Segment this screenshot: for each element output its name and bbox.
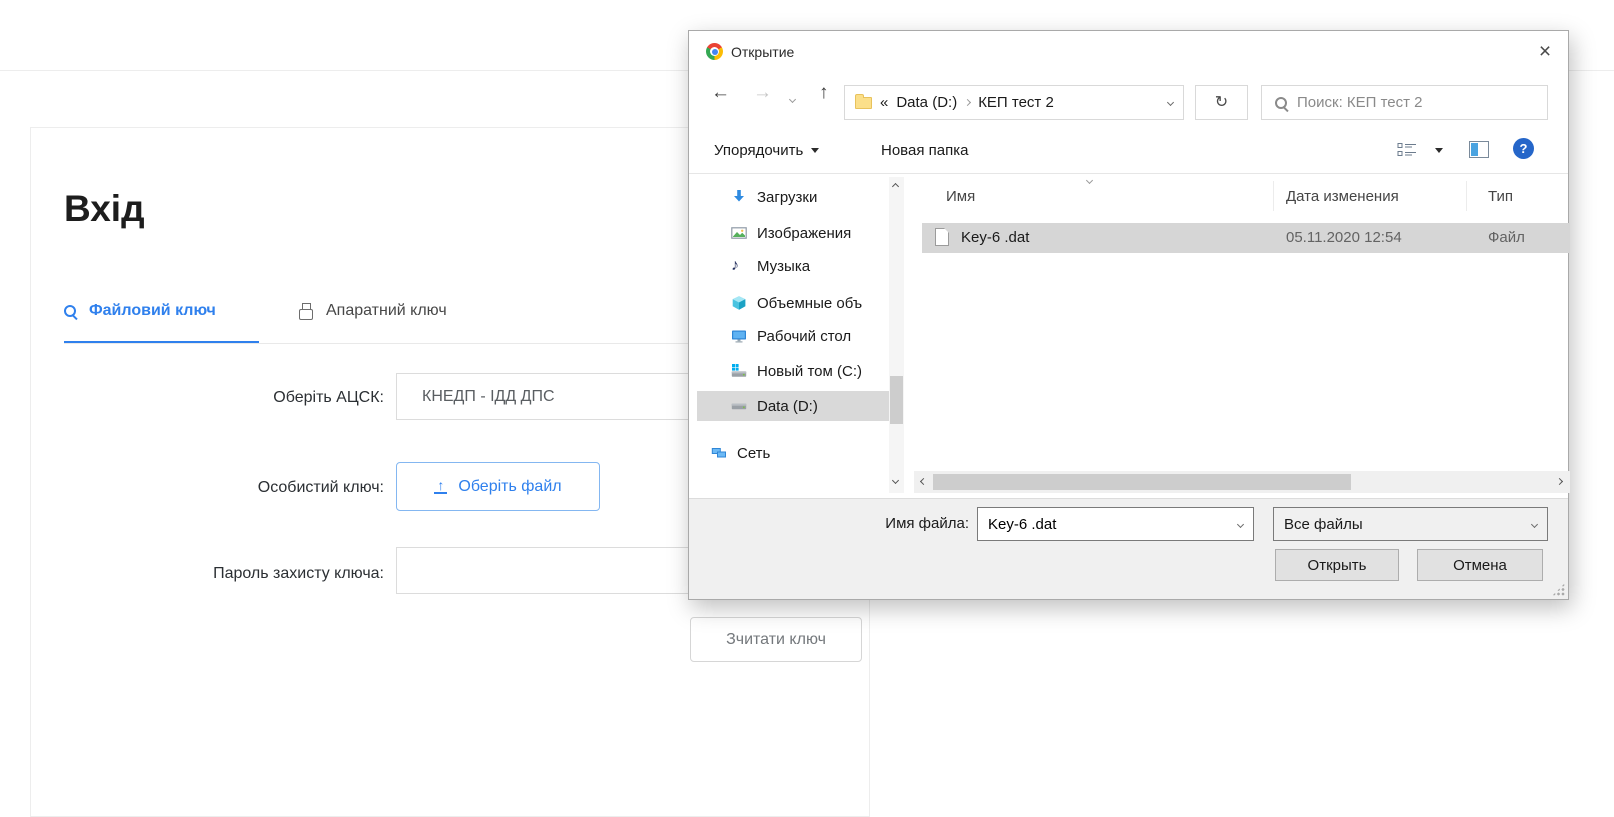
sidebar-item-downloads[interactable]: Загрузки (697, 182, 889, 212)
scroll-left-icon[interactable] (920, 478, 927, 485)
drive-c-icon (731, 363, 747, 379)
toolbar-divider (689, 173, 1568, 174)
organize-button[interactable]: Упорядочить (714, 142, 819, 159)
search-icon (1275, 97, 1287, 109)
page-title: Вхід (64, 188, 145, 230)
sidebar-item-label: Изображения (757, 225, 851, 242)
organize-label: Упорядочить (714, 142, 803, 159)
horizontal-scrollbar-thumb[interactable] (933, 474, 1351, 490)
search-input[interactable] (1297, 94, 1534, 111)
sidebar-scrollbar-thumb[interactable] (890, 376, 903, 424)
file-row[interactable]: Key-6 .dat 05.11.2020 12:54 Файл (922, 223, 1570, 253)
sidebar-item-label: Загрузки (757, 189, 817, 206)
breadcrumb-segment-folder[interactable]: КЕП тест 2 (978, 94, 1054, 111)
address-chevron-down-icon[interactable] (1167, 99, 1174, 106)
filetype-chevron-down-icon (1531, 520, 1538, 527)
filetype-value: Все файлы (1284, 516, 1363, 533)
drive-d-icon (731, 398, 747, 414)
usb-key-icon (299, 309, 313, 320)
sidebar-item-music[interactable]: ♪ Музыка (697, 251, 889, 281)
sidebar-item-desktop[interactable]: Рабочий стол (697, 321, 889, 351)
sidebar-item-network[interactable]: Сеть (697, 438, 889, 468)
folder-icon (855, 97, 872, 109)
sidebar-item-drive-c[interactable]: Новый том (C:) (697, 356, 889, 386)
new-folder-label: Новая папка (881, 142, 968, 159)
sort-direction-icon[interactable] (1086, 177, 1093, 184)
sidebar-item-label: Сеть (737, 445, 770, 462)
history-chevron-down-icon[interactable] (789, 96, 796, 103)
file-modified: 05.11.2020 12:54 (1286, 229, 1402, 246)
choose-file-button[interactable]: ↑ Оберіть файл (396, 462, 600, 511)
read-key-button[interactable]: Зчитати ключ (690, 617, 862, 662)
sidebar-item-label: Рабочий стол (757, 328, 851, 345)
3d-objects-icon (731, 295, 747, 311)
forward-icon[interactable]: → (753, 82, 772, 104)
file-icon (935, 228, 949, 246)
sidebar-item-pictures[interactable]: Изображения (697, 218, 889, 248)
column-header-name[interactable]: Имя (946, 188, 975, 205)
help-icon[interactable]: ? (1513, 138, 1534, 159)
password-label: Пароль захисту ключа: (64, 565, 384, 583)
acsk-label: Оберіть АЦСК: (64, 389, 384, 407)
sidebar-item-label: Объемные объ (757, 295, 862, 312)
new-folder-button[interactable]: Новая папка (881, 142, 968, 159)
breadcrumb[interactable]: « Data (D:) КЕП тест 2 (844, 85, 1184, 120)
up-icon[interactable]: ↑ (819, 82, 829, 104)
filename-input[interactable] (988, 516, 1238, 533)
dialog-footer: Имя файла: Все файлы Открыть Отмена (689, 498, 1568, 599)
cancel-button[interactable]: Отмена (1417, 549, 1543, 581)
horizontal-scrollbar[interactable] (914, 471, 1570, 493)
open-button[interactable]: Открыть (1275, 549, 1399, 581)
filetype-dropdown[interactable]: Все файлы (1273, 507, 1548, 541)
file-type: Файл (1488, 229, 1525, 246)
view-mode-icon[interactable] (1397, 142, 1417, 162)
key-search-icon (64, 305, 76, 317)
search-box[interactable] (1261, 85, 1548, 120)
tab-file-key-label: Файловий ключ (89, 302, 216, 320)
tab-hardware-key[interactable]: Апаратний ключ (299, 302, 447, 320)
tab-file-key[interactable]: Файловий ключ (64, 302, 216, 320)
sidebar-item-label: Data (D:) (757, 398, 818, 415)
upload-icon: ↑ (434, 480, 447, 494)
breadcrumb-segment-drive[interactable]: Data (D:) (896, 94, 957, 111)
filename-combobox[interactable] (977, 507, 1254, 541)
sidebar-item-label: Музыка (757, 258, 810, 275)
back-icon[interactable]: ← (711, 82, 730, 104)
tab-hardware-key-label: Апаратний ключ (326, 302, 447, 320)
preview-pane-icon[interactable] (1469, 141, 1489, 162)
sidebar-item-3d-objects[interactable]: Объемные объ (697, 288, 889, 318)
filename-chevron-down-icon[interactable] (1237, 520, 1244, 527)
file-name: Key-6 .dat (961, 229, 1029, 246)
column-separator[interactable] (1273, 181, 1274, 211)
sidebar-item-label: Новый том (C:) (757, 363, 862, 380)
column-header-type[interactable]: Тип (1488, 188, 1513, 205)
breadcrumb-separator-icon (964, 99, 971, 106)
view-mode-dropdown-icon[interactable] (1435, 148, 1443, 153)
choose-file-label: Оберіть файл (458, 478, 561, 496)
filename-label: Имя файла: (789, 515, 969, 532)
close-icon[interactable]: × (1530, 39, 1560, 65)
chrome-icon (706, 43, 723, 60)
breadcrumb-collapsed-indicator[interactable]: « (880, 94, 888, 111)
network-icon (711, 445, 727, 461)
refresh-button[interactable]: ↻ (1195, 85, 1248, 120)
pictures-icon (731, 225, 747, 241)
downloads-icon (731, 189, 747, 205)
column-header-modified[interactable]: Дата изменения (1286, 188, 1399, 205)
sidebar-scrollbar[interactable] (889, 177, 904, 493)
organize-dropdown-icon (811, 148, 819, 153)
desktop-icon (731, 328, 747, 344)
resize-grip[interactable] (1552, 583, 1565, 596)
personal-key-label: Особистий ключ: (64, 479, 384, 497)
music-icon: ♪ (731, 258, 747, 274)
open-file-dialog: Открытие × ← → ↑ « Data (D:) КЕП тест 2 … (688, 30, 1569, 600)
dialog-title: Открытие (731, 44, 794, 60)
column-separator[interactable] (1466, 181, 1467, 211)
sidebar-item-drive-d[interactable]: Data (D:) (697, 391, 889, 421)
scroll-right-icon[interactable] (1556, 478, 1563, 485)
